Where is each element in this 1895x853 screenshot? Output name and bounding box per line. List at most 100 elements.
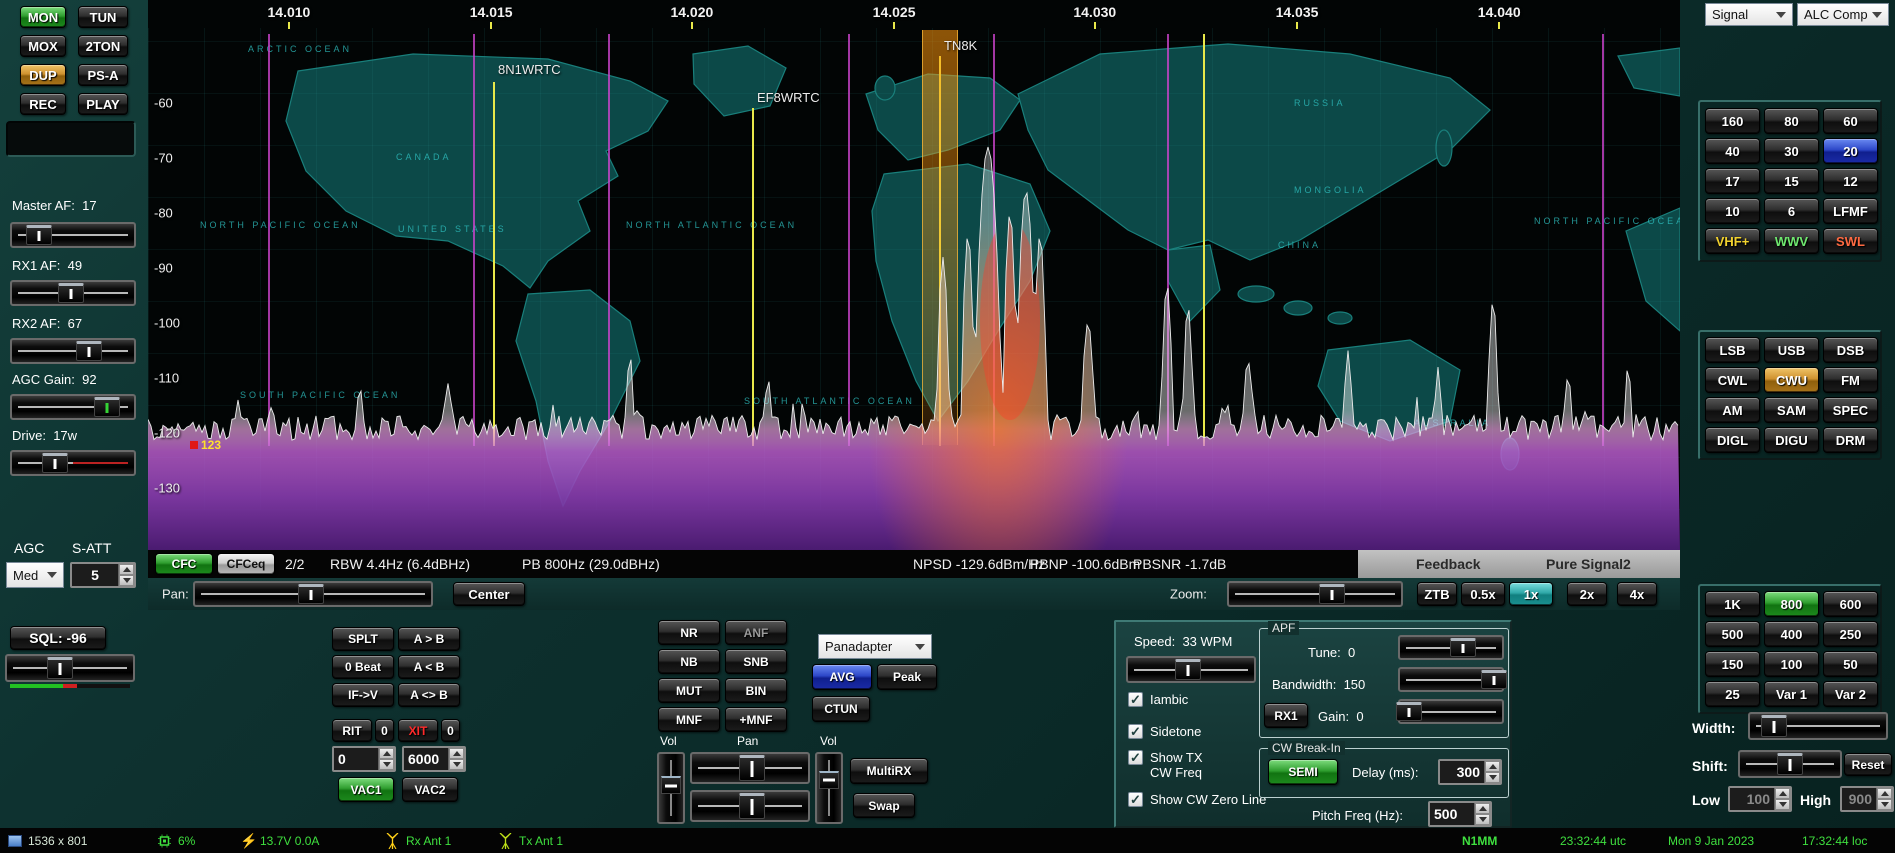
rec-button[interactable]: REC xyxy=(20,93,66,115)
mode-lsb-button[interactable]: LSB xyxy=(1705,337,1760,363)
low-spinner[interactable]: 100 xyxy=(1728,786,1792,812)
rit-spinner[interactable]: 0 xyxy=(332,746,396,772)
rx1-af-slider[interactable] xyxy=(10,280,136,306)
mode-sam-button[interactable]: SAM xyxy=(1764,397,1819,423)
mode-dsb-button[interactable]: DSB xyxy=(1823,337,1878,363)
mon-button[interactable]: MON xyxy=(20,6,66,28)
panadapter-display[interactable]: ARCTIC OCEANCANADAUNITED STATESNORTH PAC… xyxy=(148,0,1680,550)
sql-button[interactable]: SQL: -96 xyxy=(10,626,106,650)
dup-button[interactable]: DUP xyxy=(20,64,66,86)
band-30-button[interactable]: 30 xyxy=(1764,138,1819,164)
band-80-button[interactable]: 80 xyxy=(1764,108,1819,134)
band-160-button[interactable]: 160 xyxy=(1705,108,1760,134)
avg-button[interactable]: AVG xyxy=(812,664,872,690)
anf-button[interactable]: ANF xyxy=(725,620,787,645)
pan-slider[interactable] xyxy=(193,581,433,607)
nr-button[interactable]: NR xyxy=(658,620,720,645)
spinner-down-icon[interactable] xyxy=(119,575,134,586)
mut-button[interactable]: MUT xyxy=(658,678,720,703)
zoom-05x-button[interactable]: 0.5x xyxy=(1461,582,1505,606)
rit-zero-button[interactable]: 0 xyxy=(375,719,394,742)
mode-usb-button[interactable]: USB xyxy=(1764,337,1819,363)
filter-400-button[interactable]: 400 xyxy=(1764,621,1819,647)
ztb-button[interactable]: ZTB xyxy=(1417,582,1457,606)
band-swl-button[interactable]: SWL xyxy=(1823,228,1878,254)
band-17-button[interactable]: 17 xyxy=(1705,168,1760,194)
display-mode-dropdown[interactable]: Panadapter xyxy=(818,634,932,659)
zoom-1x-button[interactable]: 1x xyxy=(1509,582,1553,606)
filter-50-button[interactable]: 50 xyxy=(1823,651,1878,677)
pan1-slider[interactable] xyxy=(690,752,810,784)
center-button[interactable]: Center xyxy=(453,582,525,606)
mode-cwu-button[interactable]: CWU xyxy=(1764,367,1819,393)
agc-mode-dropdown[interactable]: Med xyxy=(6,562,64,588)
xit-button[interactable]: XIT xyxy=(398,719,438,742)
nb-button[interactable]: NB xyxy=(658,649,720,674)
sidetone-checkbox[interactable]: ✓Sidetone xyxy=(1128,724,1201,739)
vac2-button[interactable]: VAC2 xyxy=(402,777,458,802)
filter-150-button[interactable]: 150 xyxy=(1705,651,1760,677)
mode-fm-button[interactable]: FM xyxy=(1823,367,1878,393)
band-15-button[interactable]: 15 xyxy=(1764,168,1819,194)
filter-500-button[interactable]: 500 xyxy=(1705,621,1760,647)
filter-100-button[interactable]: 100 xyxy=(1764,651,1819,677)
bin-button[interactable]: BIN xyxy=(725,678,787,703)
filter-var1-button[interactable]: Var 1 xyxy=(1764,681,1819,707)
master-af-slider[interactable] xyxy=(10,222,136,248)
cfceq-button[interactable]: CFCeq xyxy=(217,553,275,575)
feedback-tab[interactable]: Feedback xyxy=(1416,556,1481,572)
filter-var2-button[interactable]: Var 2 xyxy=(1823,681,1878,707)
twotone-button[interactable]: 2TON xyxy=(78,35,128,57)
swap-button[interactable]: Swap xyxy=(853,793,915,818)
apf-gain-slider[interactable] xyxy=(1398,699,1504,724)
filter-1k-button[interactable]: 1K xyxy=(1705,591,1760,617)
mode-digl-button[interactable]: DIGL xyxy=(1705,427,1760,453)
a-to-b-button[interactable]: A > B xyxy=(398,627,460,651)
zoom-2x-button[interactable]: 2x xyxy=(1567,582,1607,606)
band-60-button[interactable]: 60 xyxy=(1823,108,1878,134)
mox-button[interactable]: MOX xyxy=(20,35,66,57)
zoom-slider[interactable] xyxy=(1227,581,1403,607)
delay-spinner[interactable]: 300 xyxy=(1438,759,1502,785)
mode-digu-button[interactable]: DIGU xyxy=(1764,427,1819,453)
puresignal2-tab[interactable]: Pure Signal2 xyxy=(1546,556,1631,572)
filter-250-button[interactable]: 250 xyxy=(1823,621,1878,647)
band-vhf-button[interactable]: VHF+ xyxy=(1705,228,1760,254)
band-6-button[interactable]: 6 xyxy=(1764,198,1819,224)
dx-spot-callsign[interactable]: EF8WRTC xyxy=(757,90,820,105)
peak-button[interactable]: Peak xyxy=(877,664,937,690)
rit-button[interactable]: RIT xyxy=(332,719,372,742)
multirx-button[interactable]: MultiRX xyxy=(850,758,928,784)
signal-dropdown[interactable]: Signal xyxy=(1705,3,1793,26)
band-40-button[interactable]: 40 xyxy=(1705,138,1760,164)
split-button[interactable]: SPLT xyxy=(332,627,394,651)
spinner-up-icon[interactable] xyxy=(119,564,134,575)
filter-800-button[interactable]: 800 xyxy=(1764,591,1819,617)
mnf-button[interactable]: MNF xyxy=(658,707,720,732)
agc-gain-slider[interactable] xyxy=(10,394,136,420)
high-spinner[interactable]: 900 xyxy=(1840,786,1894,812)
tun-button[interactable]: TUN xyxy=(78,6,128,28)
iambic-checkbox[interactable]: ✓Iambic xyxy=(1128,692,1188,707)
ctun-button[interactable]: CTUN xyxy=(812,696,870,722)
psa-button[interactable]: PS-A xyxy=(78,64,128,86)
shift-slider[interactable] xyxy=(1738,750,1842,778)
if-to-v-button[interactable]: IF->V xyxy=(332,683,394,707)
band-10-button[interactable]: 10 xyxy=(1705,198,1760,224)
b-to-a-button[interactable]: A < B xyxy=(398,655,460,679)
mode-cwl-button[interactable]: CWL xyxy=(1705,367,1760,393)
apf-tune-slider[interactable] xyxy=(1398,635,1504,660)
band-lfmf-button[interactable]: LFMF xyxy=(1823,198,1878,224)
satt-spinner[interactable]: 5 xyxy=(70,562,136,588)
semi-button[interactable]: SEMI xyxy=(1268,759,1338,785)
reset-button[interactable]: Reset xyxy=(1844,753,1892,776)
show-cw-zero-line-checkbox[interactable]: ✓Show CW Zero Line xyxy=(1128,792,1266,807)
play-button[interactable]: PLAY xyxy=(78,93,128,115)
show-tx-cw-freq-checkbox[interactable]: ✓ Show TXCW Freq xyxy=(1128,750,1203,780)
mode-drm-button[interactable]: DRM xyxy=(1823,427,1878,453)
dx-spot-callsign[interactable]: 8N1WRTC xyxy=(498,62,561,77)
cfc-button[interactable]: CFC xyxy=(155,553,213,575)
mode-spec-button[interactable]: SPEC xyxy=(1823,397,1878,423)
pitch-spinner[interactable]: 500 xyxy=(1428,801,1492,827)
plus-mnf-button[interactable]: +MNF xyxy=(725,707,787,732)
